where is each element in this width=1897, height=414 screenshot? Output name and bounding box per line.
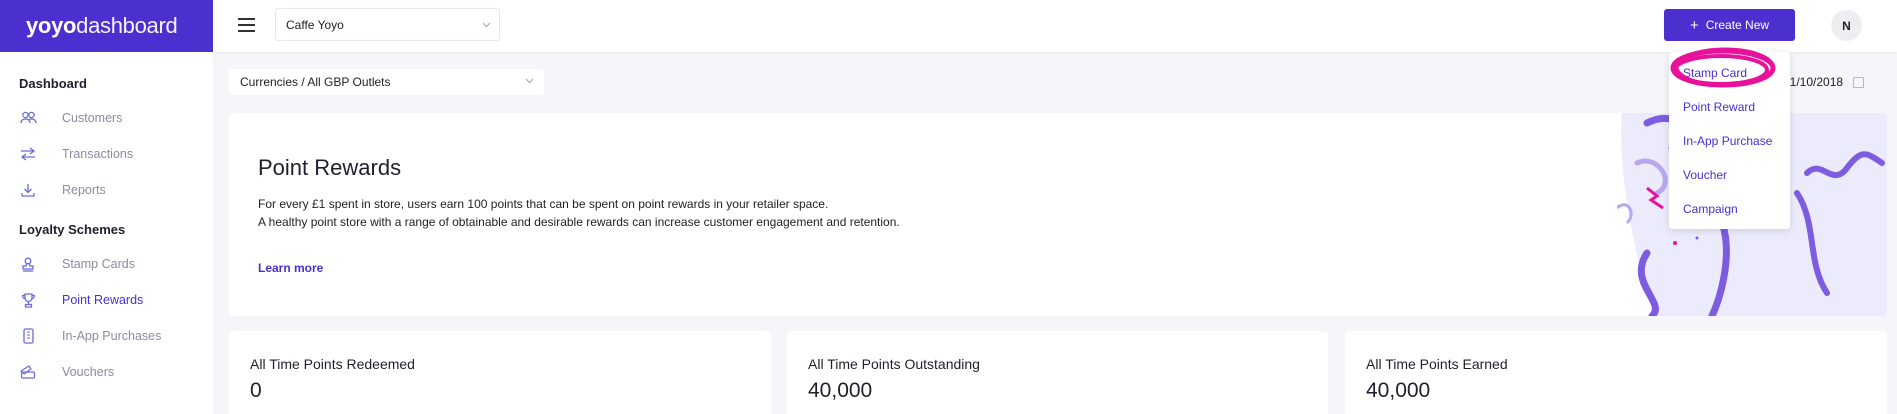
organisation-select-value: Caffe Yoyo (286, 17, 344, 32)
currency-select-value: Currencies / All GBP Outlets (240, 75, 391, 89)
chevron-down-icon (525, 76, 534, 87)
date-value: 01/10/2018 (1783, 75, 1844, 89)
stat-title: All Time Points Redeemed (250, 356, 415, 372)
top-bar: Caffe Yoyo + Create New N (213, 0, 1897, 52)
sidebar-item-label: Reports (62, 183, 106, 197)
stat-card-points-earned: All Time Points Earned 40,000 (1345, 331, 1887, 414)
stat-value: 0 (250, 379, 262, 402)
stat-value: 40,000 (808, 379, 873, 402)
phone-icon (19, 327, 37, 345)
hero-description-line-2: A healthy point store with a range of ob… (258, 215, 900, 229)
nav-group-loyalty: Stamp Cards Point Rewards In-App Purchas… (0, 246, 213, 390)
sidebar-item-point-rewards[interactable]: Point Rewards (0, 282, 213, 318)
sidebar-item-customers[interactable]: Customers (0, 100, 213, 136)
sidebar-item-transactions[interactable]: Transactions (0, 136, 213, 172)
stamp-icon (19, 255, 37, 273)
sidebar-item-label: Customers (62, 111, 123, 125)
menu-item-voucher[interactable]: Voucher (1683, 168, 1727, 182)
stat-card-points-outstanding: All Time Points Outstanding 40,000 (787, 331, 1328, 414)
create-new-label: Create New (1705, 18, 1770, 32)
sidebar-item-stamp-cards[interactable]: Stamp Cards (0, 246, 213, 282)
calendar-icon (1853, 76, 1865, 88)
section-title-loyalty: Loyalty Schemes (19, 222, 126, 237)
nav-group-dashboard: Customers Transactions Reports (0, 100, 213, 208)
sidebar-item-label: Stamp Cards (62, 257, 135, 271)
section-title-dashboard: Dashboard (19, 76, 87, 91)
users-icon (19, 109, 37, 127)
sidebar-item-reports[interactable]: Reports (0, 172, 213, 208)
hero-description-line-1: For every £1 spent in store, users earn … (258, 197, 829, 211)
date-range-field[interactable]: 01/10/2018 (1783, 69, 1887, 95)
menu-item-in-app-purchase[interactable]: In-App Purchase (1683, 134, 1772, 148)
stat-title: All Time Points Earned (1366, 356, 1508, 372)
logo[interactable]: yoyo dashboard (0, 0, 213, 52)
logo-text: dashboard (76, 13, 178, 38)
stat-value: 40,000 (1366, 379, 1431, 402)
stat-card-points-redeemed: All Time Points Redeemed 0 (229, 331, 771, 414)
ticket-icon (19, 363, 37, 381)
trophy-icon (19, 291, 37, 309)
download-icon (19, 181, 37, 199)
create-new-button[interactable]: + Create New (1664, 9, 1795, 41)
transfer-arrows-icon (19, 145, 37, 163)
organisation-select[interactable]: Caffe Yoyo (275, 8, 500, 41)
sidebar-item-label: Point Rewards (62, 293, 144, 307)
logo-brand: yoyo (26, 13, 77, 38)
chevron-down-icon (482, 20, 491, 31)
sidebar-item-label: In-App Purchases (62, 329, 162, 343)
page-title: Point Rewards (258, 155, 402, 180)
avatar[interactable]: N (1831, 10, 1862, 41)
learn-more-link[interactable]: Learn more (258, 261, 323, 275)
currency-outlet-select[interactable]: Currencies / All GBP Outlets (229, 69, 544, 95)
sidebar-item-label: Transactions (62, 147, 134, 161)
point-rewards-hero: Point Rewards For every £1 spent in stor… (229, 113, 1887, 316)
sidebar: yoyo dashboard Dashboard Customers Transa… (0, 0, 213, 414)
sidebar-item-vouchers[interactable]: Vouchers (0, 354, 213, 390)
hamburger-menu-icon[interactable] (238, 18, 255, 32)
plus-icon: + (1689, 16, 1699, 34)
menu-item-campaign[interactable]: Campaign (1683, 202, 1738, 216)
sidebar-item-in-app-purchases[interactable]: In-App Purchases (0, 318, 213, 354)
stat-title: All Time Points Outstanding (808, 356, 980, 372)
sidebar-item-label: Vouchers (62, 365, 115, 379)
highlight-scribble (1670, 47, 1776, 88)
menu-item-point-reward[interactable]: Point Reward (1683, 100, 1755, 114)
